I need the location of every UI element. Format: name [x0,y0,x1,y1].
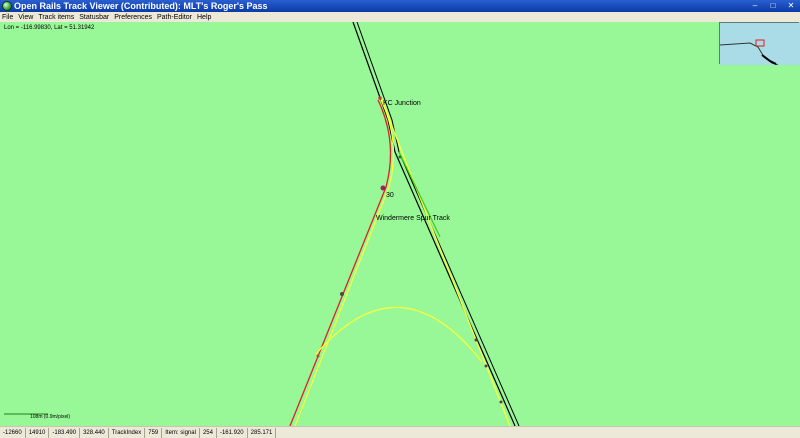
status-cell-z: 328.440 [80,427,109,438]
signal-marker [380,185,386,191]
switch-marker [398,155,402,159]
menu-help[interactable]: Help [197,14,211,21]
close-button[interactable]: ✕ [784,1,798,11]
track-canvas[interactable]: Lon = -116.99830, Lat = 51.31942 KC Junc… [0,22,800,426]
status-cell-item: Item: signal [162,427,200,438]
status-cell-item-z: 285.171 [248,427,277,438]
coordinate-readout: Lon = -116.99830, Lat = 51.31942 [4,25,95,31]
red-track-left [289,99,392,426]
track-drawing[interactable] [0,22,800,426]
menu-file[interactable]: File [2,14,13,21]
status-bar: -12660 14910 -183.490 328.440 TrackIndex… [0,426,800,438]
status-cell-tile-z: 14910 [26,427,50,438]
app-window: Open Rails Track Viewer (Contributed): M… [0,0,800,438]
menu-path-editor[interactable]: Path-Editor [157,14,192,21]
status-cell-item-x: -161.920 [217,427,248,438]
green-track-segment [398,151,441,238]
minimap-drawing [719,23,800,66]
yellow-track-right [380,96,511,426]
scale-label: 108m (0.9m/pixel) [30,414,71,420]
yellow-loop-arc [315,306,483,363]
window-controls: – □ ✕ [748,1,798,11]
app-icon [2,1,12,11]
item-marker-2 [316,354,320,358]
item-marker-1 [340,292,344,296]
track-number-label: 30 [386,192,394,199]
status-cell-track-index-label: TrackIndex [109,427,146,438]
status-cell-track-index: 759 [145,427,163,438]
menu-bar: File View Track items Statusbar Preferen… [0,12,800,22]
title-bar[interactable]: Open Rails Track Viewer (Contributed): M… [0,0,800,12]
minimize-button[interactable]: – [748,1,762,11]
item-marker-3 [474,338,478,342]
junction-label: KC Junction [383,100,421,107]
status-cell-item-index: 254 [200,427,217,438]
maximize-button[interactable]: □ [766,1,780,11]
window-title: Open Rails Track Viewer (Contributed): M… [14,1,268,11]
menu-statusbar[interactable]: Statusbar [79,14,109,21]
menu-preferences[interactable]: Preferences [114,14,152,21]
item-marker-4 [484,364,488,368]
minimap[interactable] [719,22,800,66]
junction-marker [378,96,382,100]
main-track-line-b [356,22,520,426]
menu-view[interactable]: View [18,14,33,21]
item-marker-5 [499,400,503,404]
status-cell-x: -183.490 [49,427,81,438]
status-cell-tile-x: -12660 [0,427,26,438]
track-name-label: Windermere Spur Track [376,215,450,222]
menu-track-items[interactable]: Track items [38,14,74,21]
